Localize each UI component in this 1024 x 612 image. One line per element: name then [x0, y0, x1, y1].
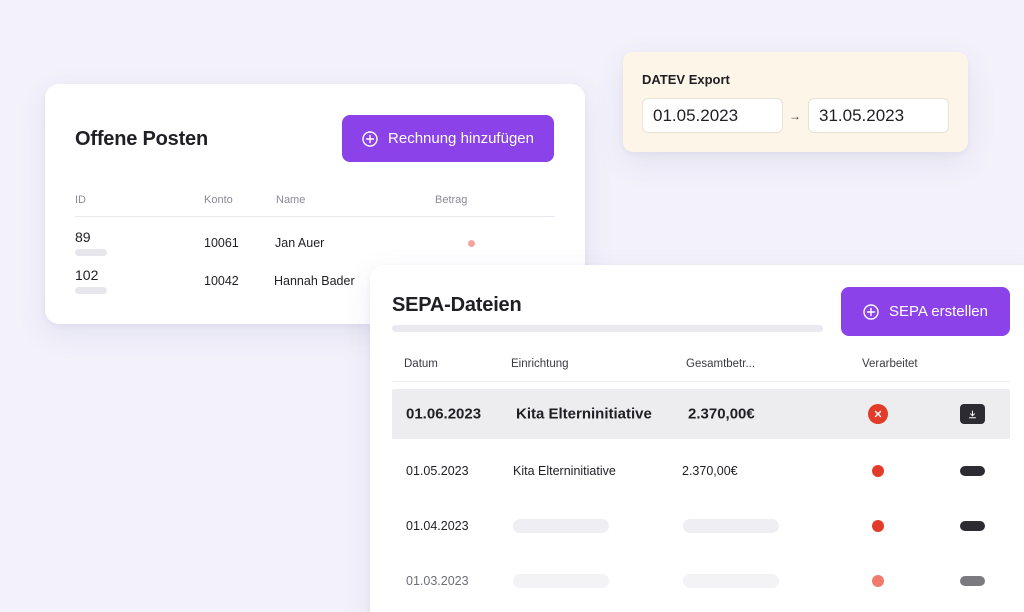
row-gesamtbetrag: 2.370,00€ [688, 405, 755, 423]
column-header-id: ID [75, 194, 86, 206]
header-divider [392, 381, 1010, 382]
add-invoice-button[interactable]: Rechnung hinzufügen [342, 115, 554, 162]
row-datum: 01.04.2023 [406, 519, 469, 533]
row-einrichtung: Kita Elterninitiative [516, 405, 652, 423]
row-einrichtung: Kita Elterninitiative [513, 464, 616, 478]
row-name: Hannah Bader [274, 274, 355, 288]
arrow-right-icon: → [789, 109, 801, 123]
placeholder-bar [75, 287, 107, 294]
row-konto: 10061 [204, 236, 239, 250]
placeholder-bar [75, 249, 107, 256]
download-placeholder[interactable] [960, 521, 985, 531]
row-datum: 01.06.2023 [406, 405, 482, 423]
table-row[interactable]: 01.04.2023 [392, 502, 1010, 550]
row-datum: 01.03.2023 [406, 574, 469, 588]
header-divider [75, 216, 555, 217]
download-placeholder[interactable] [960, 466, 985, 476]
table-row[interactable]: 01.06.2023 Kita Elterninitiative 2.370,0… [392, 389, 1010, 439]
datev-export-card: DATEV Export 01.05.2023 → 31.05.2023 [623, 52, 968, 152]
row-konto: 10042 [204, 274, 239, 288]
placeholder-bar [513, 519, 609, 533]
date-from-field[interactable]: 01.05.2023 [642, 98, 783, 133]
row-name: Jan Auer [275, 236, 325, 250]
status-dot [872, 465, 884, 477]
placeholder-bar [683, 574, 779, 588]
row-id: 89 [75, 229, 91, 245]
column-header-gesamtbetrag: Gesamtbetr... [686, 358, 756, 370]
column-header-name: Name [276, 194, 306, 206]
placeholder-bar [392, 325, 823, 332]
row-datum: 01.05.2023 [406, 464, 469, 478]
table-row[interactable]: 01.05.2023 Kita Elterninitiative 2.370,0… [392, 447, 1010, 495]
datev-export-title: DATEV Export [642, 72, 730, 87]
add-invoice-label: Rechnung hinzufügen [388, 130, 534, 147]
download-icon[interactable] [960, 404, 985, 424]
sepa-files-card: SEPA-Dateien SEPA erstellen Datum Einric… [370, 265, 1024, 612]
download-placeholder[interactable] [960, 576, 985, 586]
close-icon[interactable] [868, 404, 888, 424]
column-header-einrichtung: Einrichtung [511, 358, 569, 370]
plus-circle-icon [362, 130, 378, 147]
column-header-konto: Konto [204, 194, 233, 206]
placeholder-bar [683, 519, 779, 533]
placeholder-bar [513, 574, 609, 588]
create-sepa-button[interactable]: SEPA erstellen [841, 287, 1010, 336]
offene-posten-title: Offene Posten [75, 128, 208, 150]
status-dot [468, 240, 475, 247]
status-dot [872, 575, 884, 587]
plus-circle-icon [863, 303, 879, 320]
column-header-betrag: Betrag [435, 194, 468, 206]
row-id: 102 [75, 267, 99, 283]
table-row[interactable]: 01.03.2023 [392, 557, 1010, 605]
status-dot [872, 520, 884, 532]
sepa-files-title: SEPA-Dateien [392, 294, 522, 316]
date-to-field[interactable]: 31.05.2023 [808, 98, 949, 133]
column-header-verarbeitet: Verarbeitet [862, 358, 918, 370]
column-header-datum: Datum [404, 358, 438, 370]
row-gesamtbetrag: 2.370,00€ [682, 464, 738, 478]
create-sepa-label: SEPA erstellen [889, 303, 988, 320]
